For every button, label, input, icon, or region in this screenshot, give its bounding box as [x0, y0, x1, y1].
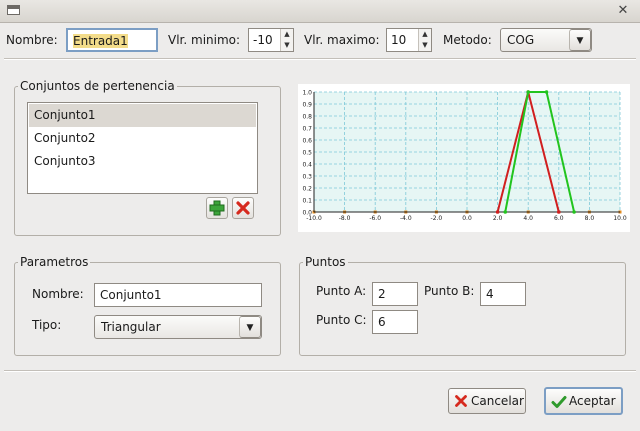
spin-up-icon[interactable]: ▲ [281, 29, 293, 40]
tipo-select[interactable]: Triangular ▼ [94, 315, 262, 339]
chart-y-tick-label: 0.9 [302, 102, 312, 109]
cancel-button[interactable]: Cancelar [448, 388, 526, 414]
chart-y-tick-label: 0.1 [302, 198, 312, 205]
metodo-select-value: COG [507, 33, 535, 47]
list-item-conjunto3[interactable]: Conjunto3 [29, 150, 256, 173]
list-item-conjunto1[interactable]: Conjunto1 [29, 104, 256, 127]
spin-down-icon[interactable]: ▼ [281, 40, 293, 51]
punto-b-label: Punto B: [424, 284, 475, 298]
chart-y-tick-label: 0.2 [302, 186, 312, 193]
cancel-x-icon [455, 395, 467, 407]
parametros-title: Parametros [18, 255, 91, 269]
vlr-minimo-spinner-buttons: ▲ ▼ [280, 29, 293, 51]
conjuntos-list[interactable]: Conjunto1 Conjunto2 Conjunto3 [27, 102, 258, 194]
accept-button-label: Aceptar [569, 394, 616, 408]
chart-x-tick-label: -10.0 [306, 215, 322, 222]
chart-x-tick-label: 10.0 [613, 215, 627, 222]
chart-x-tick-label: 2.0 [493, 215, 503, 222]
chevron-down-icon[interactable]: ▼ [569, 29, 591, 51]
param-nombre-label: Nombre: [32, 287, 84, 301]
chart-x-tick-label: 6.0 [554, 215, 564, 222]
chart-series-point [503, 210, 508, 214]
close-icon[interactable]: ✕ [614, 2, 632, 20]
spin-down-icon[interactable]: ▼ [419, 40, 431, 51]
checkmark-icon [551, 396, 567, 408]
puntos-title: Puntos [303, 255, 348, 269]
chart-y-tick-label: 0.5 [302, 150, 312, 157]
punto-b-input[interactable]: 4 [480, 282, 526, 306]
vlr-maximo-spinner[interactable]: 10 ▲ ▼ [386, 28, 432, 52]
plus-icon [209, 200, 225, 216]
punto-a-value: 2 [378, 287, 386, 301]
chart-y-tick-label: 1.0 [302, 90, 312, 97]
conjuntos-title: Conjuntos de pertenencia [18, 79, 177, 93]
metodo-select[interactable]: COG ▼ [500, 28, 592, 52]
chart-series-point [544, 90, 549, 94]
chart-series-point [572, 210, 576, 214]
chart-x-tick-label: 8.0 [585, 215, 595, 222]
chart-y-tick-label: 0.6 [302, 138, 312, 145]
chart-x-tick-label: -4.0 [400, 215, 412, 222]
x-icon [236, 201, 250, 215]
membership-chart: 0.0 0.1 0.2 0.3 0.4 0.5 0.6 0.7 0.8 0.9 1.0 -10.0 -8… [298, 84, 630, 232]
puntos-frame [299, 262, 626, 356]
chart-x-tick-label: -2.0 [431, 215, 443, 222]
punto-b-value: 4 [486, 287, 494, 301]
punto-c-label: Punto C: [316, 313, 367, 327]
tipo-label: Tipo: [32, 318, 62, 332]
cancel-button-label: Cancelar [471, 394, 524, 408]
chart-y-tick-label: 0.7 [302, 126, 312, 133]
chart-series-point [495, 210, 500, 214]
punto-c-input[interactable]: 6 [372, 310, 418, 334]
vlr-maximo-spinner-buttons: ▲ ▼ [418, 29, 431, 51]
add-conjunto-button[interactable] [206, 197, 228, 219]
vlr-maximo-value: 10 [391, 33, 407, 47]
punto-a-label: Punto A: [316, 284, 367, 298]
spin-up-icon[interactable]: ▲ [419, 29, 431, 40]
chart-y-tick-label: 0.3 [302, 174, 312, 181]
param-nombre-value: Conjunto1 [100, 288, 162, 302]
title-bar: ✕ [0, 0, 640, 23]
metodo-label: Metodo: [443, 33, 492, 47]
chevron-down-icon[interactable]: ▼ [239, 316, 261, 338]
remove-conjunto-button[interactable] [232, 197, 254, 219]
vlr-minimo-spinner[interactable]: -10 ▲ ▼ [248, 28, 294, 52]
chart-x-tick-label: -8.0 [339, 215, 351, 222]
header-separator [4, 58, 636, 60]
chart-x-tick-label: 4.0 [523, 215, 533, 222]
vlr-minimo-value: -10 [253, 33, 273, 47]
parametros-frame [14, 262, 281, 356]
nombre-input-value: Entrada1 [73, 34, 128, 48]
footer-separator [4, 370, 636, 372]
chart-series-point [526, 90, 530, 94]
punto-a-input[interactable]: 2 [372, 282, 418, 306]
chart-y-tick-label: 0.8 [302, 114, 312, 121]
punto-c-value: 6 [378, 315, 386, 329]
param-nombre-input[interactable]: Conjunto1 [94, 283, 262, 307]
chart-x-tick-label: -6.0 [369, 215, 381, 222]
vlr-maximo-label: Vlr. maximo: [304, 33, 380, 47]
vlr-minimo-label: Vlr. minimo: [168, 33, 241, 47]
membership-chart-svg: 0.0 0.1 0.2 0.3 0.4 0.5 0.6 0.7 0.8 0.9 1.0 -10.0 -8… [302, 90, 627, 223]
accept-button[interactable]: Aceptar [544, 387, 623, 415]
nombre-label: Nombre: [6, 33, 58, 47]
chart-y-tick-label: 0.4 [302, 162, 312, 169]
chart-series-point [557, 210, 561, 214]
window-icon [7, 5, 20, 15]
tipo-select-value: Triangular [101, 320, 161, 334]
nombre-input[interactable]: Entrada1 [66, 28, 158, 52]
chart-x-tick-label: 0.0 [462, 215, 472, 222]
list-item-conjunto2[interactable]: Conjunto2 [29, 127, 256, 150]
